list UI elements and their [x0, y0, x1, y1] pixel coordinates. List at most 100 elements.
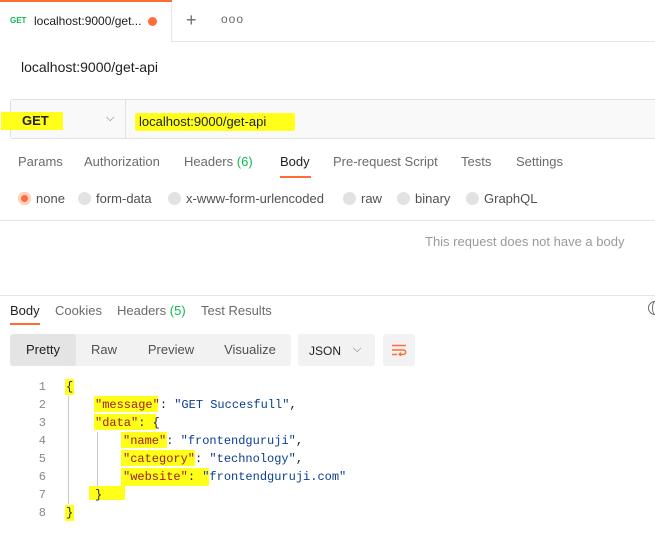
json-key: "message"	[95, 398, 160, 412]
url-input[interactable]	[139, 113, 539, 129]
line-number: 4	[38, 434, 46, 448]
brace: }	[66, 506, 74, 520]
request-tabs: Params Authorization Headers (6) Body Pr…	[0, 154, 655, 178]
tab-count: (6)	[236, 154, 253, 169]
json-value: "frontendguruji.com"	[202, 470, 347, 484]
indent-guide	[97, 432, 98, 486]
tab-label: Headers	[117, 303, 167, 318]
format-label: JSON	[309, 344, 342, 358]
radio-none[interactable]: none	[18, 190, 68, 208]
tab-label: Params	[18, 154, 63, 169]
globe-icon[interactable]	[648, 301, 655, 315]
tab-count: (5)	[169, 303, 186, 318]
code-line: "website": "frontendguruji.com"	[123, 470, 346, 484]
body-type-radios: none form-data x-www-form-urlencoded raw…	[0, 190, 655, 208]
json-key: "name"	[123, 434, 167, 448]
json-value: "frontendguruji"	[180, 434, 296, 448]
radio-label: x-www-form-urlencoded	[186, 191, 324, 206]
tab-authorization[interactable]: Authorization	[84, 154, 160, 169]
new-tab-plus-icon[interactable]: +	[186, 10, 197, 31]
radio-label: binary	[415, 191, 451, 206]
comma: ,	[295, 434, 304, 448]
radio-icon	[397, 192, 410, 205]
tab-params[interactable]: Params	[18, 154, 63, 169]
radio-selected-icon	[18, 192, 31, 205]
comma: ,	[289, 398, 297, 412]
json-key: "data"	[95, 416, 139, 430]
request-bar: GET ⌵	[1, 99, 655, 139]
line-number: 7	[38, 488, 46, 502]
code-line: "category": "technology",	[123, 452, 303, 466]
code-line: "data": {	[95, 416, 160, 430]
brace: {	[152, 416, 160, 430]
radio-icon	[168, 192, 181, 205]
view-preview-button[interactable]: Preview	[136, 334, 206, 366]
radio-icon	[343, 192, 356, 205]
wrap-lines-icon	[392, 344, 407, 356]
radio-icon	[466, 192, 479, 205]
brace: {	[66, 380, 74, 394]
colon: :	[195, 452, 210, 466]
divider	[0, 220, 655, 221]
view-mode-segmented: Pretty Raw Preview Visualize	[10, 334, 291, 366]
code-line: "message": "GET Succesfull",	[95, 398, 297, 412]
line-number: 8	[38, 506, 46, 520]
divider	[0, 295, 655, 296]
colon: :	[138, 416, 153, 430]
tab-body[interactable]: Body	[280, 154, 310, 169]
comma: ,	[295, 452, 304, 466]
line-number: 3	[38, 416, 46, 430]
colon: :	[159, 398, 175, 412]
no-body-message: This request does not have a body	[425, 234, 625, 249]
tab-label: Headers	[184, 154, 234, 169]
active-tab-underline	[280, 176, 311, 178]
method-select[interactable]: GET ⌵	[1, 100, 126, 138]
tab-label: Test Results	[201, 303, 272, 318]
tab-label: Authorization	[84, 154, 160, 169]
tab-label: Settings	[516, 154, 563, 169]
radio-icon	[78, 192, 91, 205]
code-line: {	[66, 380, 73, 394]
tab-pre-request-script[interactable]: Pre-request Script	[333, 154, 438, 169]
response-tab-body[interactable]: Body	[10, 303, 40, 318]
response-tab-headers[interactable]: Headers (5)	[117, 303, 186, 318]
tab-method-label: GET	[10, 16, 27, 25]
radio-form-data[interactable]: form-data	[78, 190, 158, 208]
active-tab-indicator	[0, 0, 172, 2]
tab-label: Body	[280, 154, 310, 169]
radio-binary[interactable]: binary	[397, 190, 457, 208]
tab-settings[interactable]: Settings	[516, 154, 563, 169]
json-value: "technology"	[209, 452, 296, 466]
response-code-viewer: 1 2 3 4 5 6 7 8 { "message": "GET Succes…	[0, 376, 655, 540]
format-select[interactable]: JSON ⌵	[298, 334, 375, 366]
response-tab-test-results[interactable]: Test Results	[201, 303, 272, 318]
more-options-icon[interactable]: ooo	[221, 12, 244, 26]
json-key: "category"	[123, 452, 196, 466]
radio-graphql[interactable]: GraphQL	[466, 190, 541, 208]
code-line: "name": "frontendguruji",	[123, 434, 303, 448]
tab-bar: GET localhost:9000/get... + ooo	[0, 0, 655, 42]
radio-raw[interactable]: raw	[343, 190, 388, 208]
code-line: }	[66, 506, 73, 520]
unsaved-dot-icon	[148, 17, 157, 26]
line-number: 5	[38, 452, 46, 466]
tab-title: localhost:9000/get...	[34, 14, 142, 28]
view-visualize-button[interactable]: Visualize	[212, 334, 288, 366]
request-tab[interactable]: GET localhost:9000/get...	[0, 0, 172, 42]
tab-headers[interactable]: Headers (6)	[184, 154, 253, 169]
tab-tests[interactable]: Tests	[461, 154, 491, 169]
chevron-down-icon: ⌵	[106, 112, 115, 124]
radio-label: form-data	[96, 191, 152, 206]
request-name[interactable]: localhost:9000/get-api	[21, 59, 158, 75]
view-raw-button[interactable]: Raw	[76, 334, 132, 366]
wrap-lines-button[interactable]	[383, 334, 415, 366]
response-tab-cookies[interactable]: Cookies	[55, 303, 102, 318]
line-number: 1	[38, 380, 46, 394]
tab-label: Tests	[461, 154, 492, 169]
indent-guide	[68, 396, 69, 504]
view-pretty-button[interactable]: Pretty	[10, 334, 76, 366]
brace: }	[95, 488, 103, 502]
tab-label: Cookies	[55, 303, 102, 318]
radio-x-www-form-urlencoded[interactable]: x-www-form-urlencoded	[168, 190, 333, 208]
tab-label: Pre-request Script	[333, 154, 438, 169]
